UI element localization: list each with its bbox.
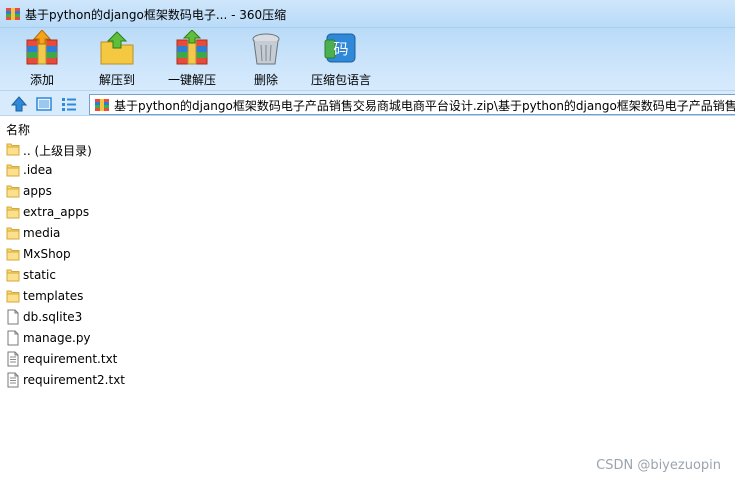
window-title: 基于python的django框架数码电子... - 360压缩 bbox=[25, 8, 287, 22]
one-click-extract-icon bbox=[176, 30, 208, 65]
up-arrow-icon[interactable] bbox=[10, 95, 28, 113]
toolbar: 添加 解压到 一键解压 删除 码 压缩包语言 bbox=[0, 28, 735, 90]
folder-icon bbox=[6, 164, 20, 177]
watermark-text: CSDN @biyezuopin bbox=[596, 458, 721, 473]
list-item-name: static bbox=[23, 268, 56, 282]
text-file-icon bbox=[7, 351, 19, 367]
list-item-name: media bbox=[23, 226, 61, 240]
list-item[interactable]: MxShop bbox=[0, 244, 735, 265]
list-item[interactable]: templates bbox=[0, 286, 735, 307]
archive-language-button-label: 压缩包语言 bbox=[310, 73, 371, 87]
path-text: 基于python的django框架数码电子产品销售交易商城电商平台设计.zip\… bbox=[114, 99, 735, 113]
one-click-extract-button[interactable]: 一键解压 bbox=[166, 30, 218, 88]
folder-icon bbox=[6, 206, 20, 219]
delete-button-label: 删除 bbox=[253, 73, 278, 87]
list-item-name: MxShop bbox=[23, 247, 71, 261]
file-list: .. (上级目录) .idea apps extra_appsmedia MxShop s… bbox=[0, 139, 735, 391]
list-header: 名称 bbox=[0, 117, 735, 139]
file-icon bbox=[7, 309, 19, 325]
extract-to-button-label: 解压到 bbox=[98, 73, 135, 87]
folder-icon bbox=[6, 290, 20, 303]
list-item[interactable]: manage.py bbox=[0, 328, 735, 349]
list-item-name: requirement.txt bbox=[23, 352, 118, 366]
list-item-name: db.sqlite3 bbox=[23, 310, 83, 324]
column-header-name[interactable]: 名称 bbox=[6, 121, 30, 138]
add-button[interactable]: 添加 bbox=[22, 30, 62, 88]
delete-button[interactable]: 删除 bbox=[248, 30, 284, 88]
path-input[interactable]: 基于python的django框架数码电子产品销售交易商城电商平台设计.zip\… bbox=[89, 94, 735, 115]
language-glyph: 码 bbox=[333, 40, 348, 58]
thumbnail-view-icon[interactable] bbox=[35, 95, 53, 113]
address-bar: 基于python的django框架数码电子产品销售交易商城电商平台设计.zip\… bbox=[0, 90, 735, 116]
title-bar: 基于python的django框架数码电子... - 360压缩 bbox=[0, 0, 735, 28]
folder-icon bbox=[6, 248, 20, 261]
list-item-name: .. (上级目录) bbox=[23, 144, 92, 158]
list-item[interactable]: apps bbox=[0, 181, 735, 202]
delete-trash-icon bbox=[252, 33, 280, 65]
one-click-extract-button-label: 一键解压 bbox=[167, 73, 216, 87]
list-item[interactable]: static bbox=[0, 265, 735, 286]
list-item[interactable]: extra_apps bbox=[0, 202, 735, 223]
list-item-name: extra_apps bbox=[23, 205, 90, 219]
list-item-name: apps bbox=[23, 184, 52, 198]
archive-language-button[interactable]: 码 压缩包语言 bbox=[310, 30, 372, 88]
list-item-name: requirement2.txt bbox=[23, 373, 126, 387]
folder-icon bbox=[6, 227, 20, 240]
list-item[interactable]: requirement2.txt bbox=[0, 370, 735, 391]
list-item-name: templates bbox=[23, 289, 84, 303]
extract-to-button[interactable]: 解压到 bbox=[92, 30, 142, 88]
folder-icon bbox=[6, 269, 20, 282]
add-archive-icon bbox=[26, 30, 58, 65]
list-item[interactable]: .idea bbox=[0, 160, 735, 181]
archive-language-icon: 码 bbox=[324, 33, 356, 63]
add-button-label: 添加 bbox=[29, 73, 54, 87]
list-item[interactable]: media bbox=[0, 223, 735, 244]
list-item[interactable]: .. (上级目录) bbox=[0, 139, 735, 160]
zip-archive-icon bbox=[95, 99, 109, 111]
list-view-icon[interactable] bbox=[60, 95, 78, 113]
folder-icon bbox=[6, 185, 20, 198]
file-icon bbox=[7, 330, 19, 346]
folder-icon bbox=[6, 143, 20, 156]
list-item[interactable]: db.sqlite3 bbox=[0, 307, 735, 328]
list-item[interactable]: requirement.txt bbox=[0, 349, 735, 370]
app-archive-icon bbox=[6, 8, 20, 20]
list-item-name: manage.py bbox=[23, 331, 91, 345]
extract-to-icon bbox=[100, 31, 134, 65]
text-file-icon bbox=[7, 372, 19, 388]
list-item-name: .idea bbox=[23, 163, 53, 177]
